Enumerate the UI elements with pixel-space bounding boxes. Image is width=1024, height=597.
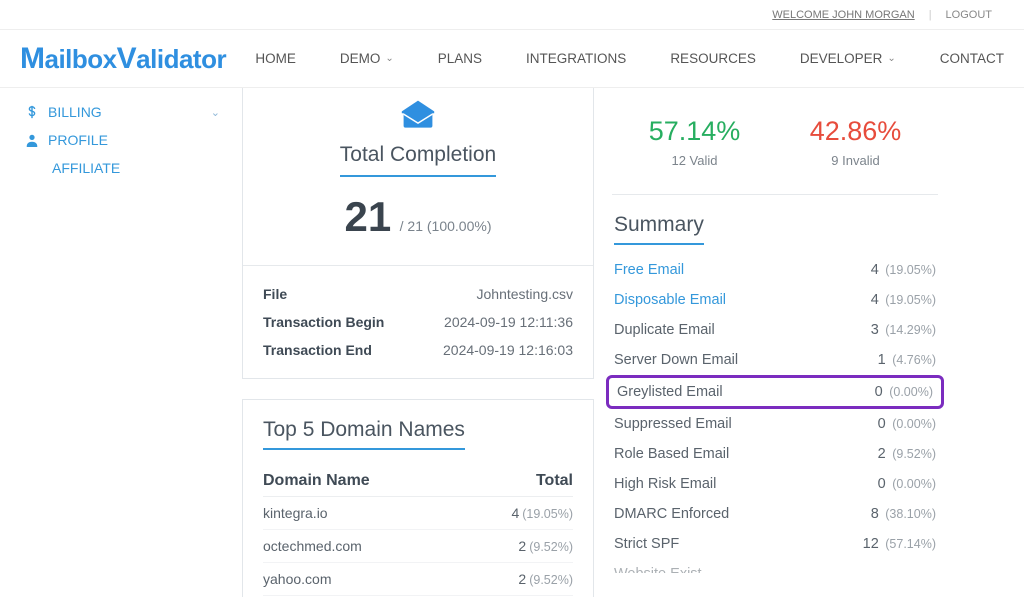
chevron-down-icon: ⌄ [385,53,393,64]
nav-resources[interactable]: RESOURCES [670,51,756,66]
summary-title: Summary [614,213,704,245]
top5-title: Top 5 Domain Names [263,418,465,450]
summary-value [933,566,936,573]
summary-value: 0 (0.00%) [875,384,933,400]
logout-link[interactable]: LOGOUT [946,9,992,21]
summary-value: 3 (14.29%) [871,322,936,338]
summary-row: Role Based Email 2 (9.52%) [614,439,936,469]
divider [612,194,938,195]
nav-contact[interactable]: CONTACT [940,51,1004,66]
utility-bar: WELCOME JOHN MORGAN | LOGOUT [0,0,1024,30]
summary-label: Role Based Email [614,446,729,462]
summary-label: Free Email [614,262,684,278]
summary-label: Website Exist [614,566,702,573]
summary-row: Website Exist [614,559,936,573]
chevron-down-icon: ⌄ [211,106,220,119]
meta-file: File Johntesting.csv [263,280,573,308]
main: BILLING ⌄ PROFILE AFFILIATE [0,88,1024,597]
top5-header: Domain Name Total [263,466,573,497]
table-row: octechmed.com 2(9.52%) [263,530,573,563]
summary-section: Summary Free Email4 (19.05%)Disposable E… [614,213,936,573]
logo[interactable]: MailboxValidator [20,42,226,76]
summary-label: Duplicate Email [614,322,715,338]
divider [243,265,593,266]
dollar-icon [24,104,40,120]
summary-label: Disposable Email [614,292,726,308]
domain-total: 4(19.05%) [511,505,573,521]
summary-row[interactable]: Disposable Email 4 (19.05%) [614,285,936,315]
domain-name: kintegra.io [263,505,328,521]
summary-row[interactable]: Free Email 4 (19.05%) [614,255,936,285]
top5-table: Domain Name Total kintegra.io 4(19.05%) oc… [263,466,573,597]
summary-label: DMARC Enforced [614,506,729,522]
sidebar-item-label: PROFILE [48,132,108,148]
summary-row: Suppressed Email 0 (0.00%) [614,409,936,439]
meta-transaction-begin: Transaction Begin 2024-09-19 12:11:36 [263,308,573,336]
content: Total Completion 21 / 21 (100.00%) File … [242,88,1024,597]
summary-value: 12 (57.14%) [863,536,936,552]
welcome-link[interactable]: WELCOME JOHN MORGAN [772,9,914,21]
summary-value: 0 (0.00%) [878,416,936,432]
nav-developer[interactable]: DEVELOPER⌄ [800,51,896,66]
summary-value: 2 (9.52%) [878,446,936,462]
sidebar-item-billing[interactable]: BILLING ⌄ [24,98,226,126]
domain-name: yahoo.com [263,571,331,587]
summary-row: High Risk Email 0 (0.00%) [614,469,936,499]
stat-invalid: 42.86% 9 Invalid [810,116,902,168]
domain-total: 2(9.52%) [518,538,573,554]
sidebar-item-label: AFFILIATE [52,160,120,176]
total-completion-title: Total Completion [340,143,496,177]
stat-valid: 57.14% 12 Valid [649,116,741,168]
envelope-open-icon [400,100,436,130]
meta-transaction-end: Transaction End 2024-09-19 12:16:03 [263,336,573,364]
left-column: Total Completion 21 / 21 (100.00%) File … [242,88,594,597]
domain-name: octechmed.com [263,538,362,554]
sidebar-item-profile[interactable]: PROFILE [24,126,226,154]
summary-label: High Risk Email [614,476,716,492]
validity-stats: 57.14% 12 Valid 42.86% 9 Invalid [614,88,936,184]
summary-row: Strict SPF 12 (57.14%) [614,529,936,559]
nav-integrations[interactable]: INTEGRATIONS [526,51,626,66]
nav-plans[interactable]: PLANS [438,51,482,66]
user-icon [24,132,40,148]
summary-row: Greylisted Email 0 (0.00%) [606,375,944,409]
table-row: kintegra.io 4(19.05%) [263,497,573,530]
summary-label: Suppressed Email [614,416,732,432]
right-column: 57.14% 12 Valid 42.86% 9 Invalid Summary… [614,88,940,597]
header: MailboxValidator HOME DEMO⌄ PLANS INTEGR… [0,30,1024,88]
top5-card: Top 5 Domain Names Domain Name Total kin… [242,399,594,597]
sidebar-item-label: BILLING [48,104,102,120]
summary-value: 8 (38.10%) [871,506,936,522]
summary-row: DMARC Enforced 8 (38.10%) [614,499,936,529]
sidebar-item-affiliate[interactable]: AFFILIATE [24,154,226,182]
nav-demo[interactable]: DEMO⌄ [340,51,394,66]
summary-value: 0 (0.00%) [878,476,936,492]
summary-row: Server Down Email 1 (4.76%) [614,345,936,375]
domain-total: 2(9.52%) [518,571,573,587]
nav-home[interactable]: HOME [255,51,296,66]
summary-value: 1 (4.76%) [878,352,936,368]
summary-value: 4 (19.05%) [871,292,936,308]
total-completion-value: 21 / 21 (100.00%) [263,193,573,241]
summary-label: Strict SPF [614,536,679,552]
table-row: yahoo.com 2(9.52%) [263,563,573,596]
chevron-down-icon: ⌄ [887,53,895,64]
summary-label: Server Down Email [614,352,738,368]
summary-row: Duplicate Email 3 (14.29%) [614,315,936,345]
main-nav: HOME DEMO⌄ PLANS INTEGRATIONS RESOURCES … [226,51,1004,66]
sidebar: BILLING ⌄ PROFILE AFFILIATE [0,88,242,597]
total-completion-card: Total Completion 21 / 21 (100.00%) File … [242,88,594,379]
separator: | [929,9,932,21]
summary-label: Greylisted Email [617,384,723,400]
summary-value: 4 (19.05%) [871,262,936,278]
